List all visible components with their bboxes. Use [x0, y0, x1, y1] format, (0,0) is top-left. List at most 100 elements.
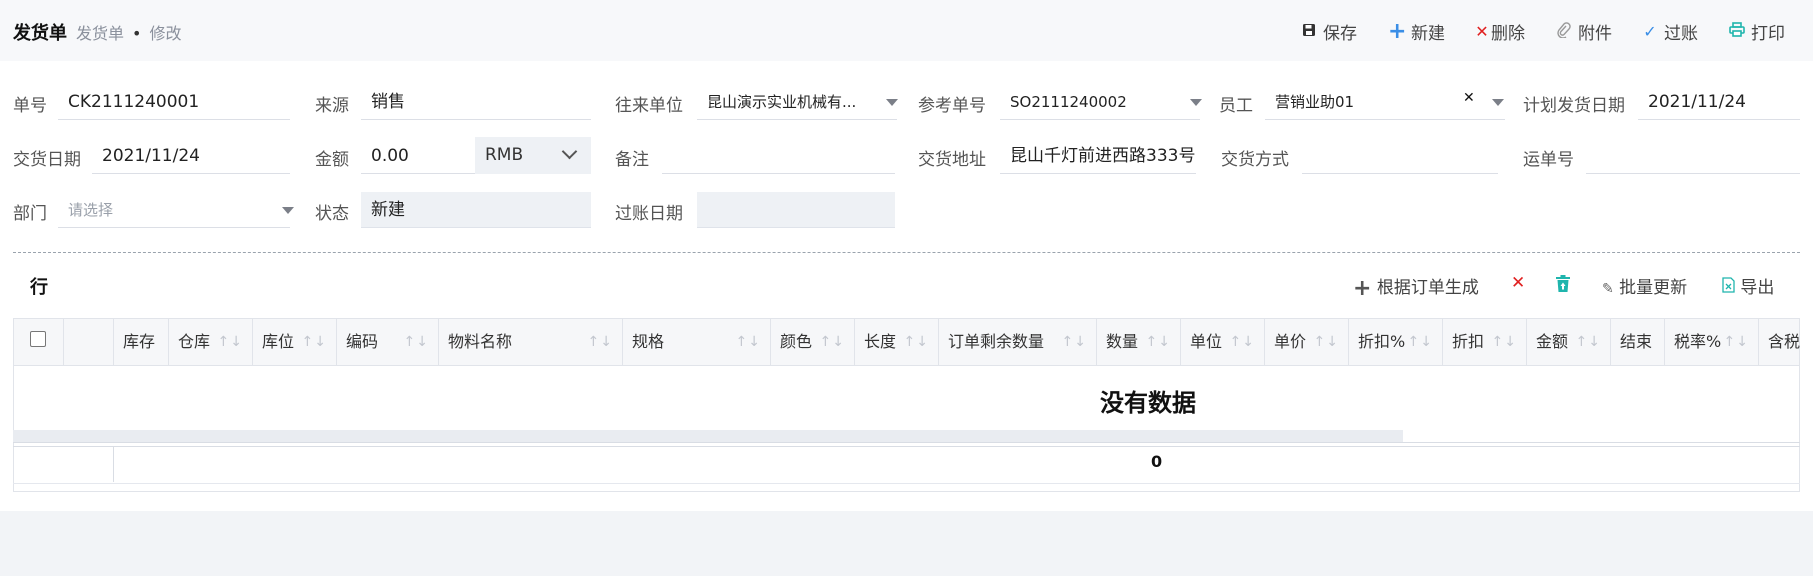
- new-button[interactable]: + 新建: [1388, 19, 1445, 44]
- department-select[interactable]: 请选择: [58, 192, 290, 228]
- breadcrumb: 发货单 • 修改: [76, 20, 181, 44]
- excel-icon: [1722, 277, 1740, 298]
- address-field[interactable]: 昆山千灯前进西路333号: [1000, 138, 1196, 174]
- top-bar: 发货单 发货单 • 修改 保存 + 新建 ✕ 删除 附件 ✓ 过账 打印: [0, 0, 1813, 61]
- column-header-location[interactable]: 库位 ↑↓: [253, 319, 337, 365]
- table-header: 库存 仓库 ↑↓ 库位 ↑↓ 编码 ↑↓ 物料名称 ↑↓ 规格 ↑↓ 颜色 ↑↓ 长度 ↑↓ …: [14, 319, 1800, 366]
- breadcrumb-current: 修改: [149, 24, 182, 43]
- employee-chevron-down-icon[interactable]: [1492, 99, 1504, 106]
- total-value: 0: [1151, 452, 1163, 471]
- printer-icon: [1728, 22, 1746, 41]
- column-header-discount-pct[interactable]: 折扣% ↑↓: [1349, 319, 1443, 365]
- address-label: 交货地址: [918, 150, 986, 170]
- partner-select[interactable]: 昆山演示实业机械有...: [697, 84, 897, 120]
- empty-table-message: 没有数据: [1100, 389, 1196, 417]
- footer-column-divider: [113, 446, 114, 482]
- employee-clear-icon[interactable]: ✕: [1463, 90, 1475, 106]
- post-label: 过账: [1664, 24, 1698, 44]
- page: 发货单 发货单 • 修改 保存 + 新建 ✕ 删除 附件 ✓ 过账 打印 单号 …: [0, 0, 1813, 511]
- sort-icon: ↑↓: [1313, 334, 1339, 350]
- close-icon: ✕: [1475, 22, 1489, 41]
- department-chevron-down-icon[interactable]: [282, 207, 294, 214]
- page-title: 发货单: [13, 23, 67, 44]
- status-field: 新建: [361, 192, 591, 228]
- delivery-date-field[interactable]: 2021/11/24: [92, 138, 290, 174]
- new-label: 新建: [1411, 24, 1445, 44]
- waybill-field[interactable]: [1586, 138, 1800, 174]
- trash-button[interactable]: [1555, 275, 1571, 298]
- source-label: 来源: [315, 96, 349, 116]
- lines-section-title: 行: [30, 277, 48, 298]
- sort-icon: ↑↓: [1061, 334, 1087, 350]
- column-header-discount[interactable]: 折扣 ↑↓: [1443, 319, 1527, 365]
- sort-icon: ↑↓: [301, 334, 327, 350]
- print-button[interactable]: 打印: [1728, 19, 1785, 44]
- paperclip-icon: [1555, 21, 1573, 42]
- column-header-length[interactable]: 长度 ↑↓: [855, 319, 939, 365]
- batch-update-label: 批量更新: [1619, 278, 1688, 298]
- column-header-material-name[interactable]: 物料名称 ↑↓: [439, 319, 623, 365]
- column-header-stock[interactable]: 库存: [114, 319, 169, 365]
- amount-field[interactable]: 0.00: [361, 138, 475, 174]
- department-label: 部门: [13, 204, 47, 224]
- delivery-date-label: 交货日期: [13, 150, 81, 170]
- column-header-color[interactable]: 颜色 ↑↓: [771, 319, 855, 365]
- ref-no-chevron-down-icon[interactable]: [1190, 99, 1202, 106]
- column-header-tax-included[interactable]: 含税: [1759, 319, 1800, 365]
- ref-no-label: 参考单号: [918, 96, 986, 116]
- check-icon: ✓: [1643, 22, 1657, 41]
- sort-icon: ↑↓: [217, 334, 243, 350]
- footer-divider: [13, 446, 1800, 447]
- sort-icon: ↑↓: [1407, 334, 1433, 350]
- post-button[interactable]: ✓ 过账: [1641, 19, 1698, 44]
- select-all-checkbox[interactable]: [30, 331, 46, 347]
- breadcrumb-parent[interactable]: 发货单: [76, 24, 124, 43]
- post-date-label: 过账日期: [615, 204, 683, 224]
- sort-icon: ↑↓: [587, 334, 613, 350]
- column-header-amount[interactable]: 金额 ↑↓: [1527, 319, 1611, 365]
- amount-label: 金额: [315, 150, 349, 170]
- save-label: 保存: [1323, 24, 1357, 44]
- attachment-button[interactable]: 附件: [1555, 19, 1612, 44]
- plan-date-field[interactable]: 2021/11/24: [1638, 84, 1800, 120]
- order-no-field[interactable]: CK2111240001: [58, 84, 290, 120]
- batch-update-button[interactable]: ✎ 批量更新: [1602, 273, 1687, 298]
- delete-label: 删除: [1491, 24, 1525, 44]
- remark-field[interactable]: [662, 138, 895, 174]
- delete-row-button[interactable]: ✕: [1511, 273, 1525, 293]
- order-no-label: 单号: [13, 96, 47, 116]
- column-header-warehouse[interactable]: 仓库 ↑↓: [169, 319, 253, 365]
- footer-bottom-border: [13, 483, 1800, 484]
- partner-label: 往来单位: [615, 96, 683, 116]
- attachment-label: 附件: [1578, 24, 1612, 44]
- lines-table: 库存 仓库 ↑↓ 库位 ↑↓ 编码 ↑↓ 物料名称 ↑↓ 规格 ↑↓ 颜色 ↑↓ 长度 ↑↓ …: [13, 318, 1800, 492]
- currency-chevron-down-icon: [561, 143, 578, 160]
- column-header-unit-price[interactable]: 单价 ↑↓: [1265, 319, 1349, 365]
- generate-from-order-button[interactable]: + 根据订单生成: [1353, 273, 1479, 301]
- column-header-quantity[interactable]: 数量 ↑↓: [1097, 319, 1181, 365]
- status-label: 状态: [315, 204, 349, 224]
- export-button[interactable]: 导出: [1722, 273, 1774, 298]
- footer-divider: [13, 442, 1800, 443]
- waybill-label: 运单号: [1523, 150, 1574, 170]
- breadcrumb-separator: •: [132, 24, 142, 43]
- save-button[interactable]: 保存: [1300, 19, 1357, 44]
- column-header-tax-rate[interactable]: 税率% ↑↓: [1665, 319, 1759, 365]
- select-all-cell: [14, 319, 64, 365]
- sort-icon: ↑↓: [1491, 334, 1517, 350]
- sort-icon: ↑↓: [1723, 334, 1749, 350]
- sort-icon: ↑↓: [819, 334, 845, 350]
- column-header-code[interactable]: 编码 ↑↓: [337, 319, 439, 365]
- ref-no-select[interactable]: SO2111240002: [1000, 84, 1200, 120]
- column-header-unit[interactable]: 单位 ↑↓: [1181, 319, 1265, 365]
- column-header-closed[interactable]: 结束: [1611, 319, 1665, 365]
- source-field[interactable]: 销售: [361, 84, 591, 120]
- column-header-remaining-qty[interactable]: 订单剩余数量 ↑↓: [939, 319, 1097, 365]
- delete-button[interactable]: ✕ 删除: [1475, 19, 1525, 44]
- currency-select[interactable]: RMB: [475, 137, 591, 174]
- horizontal-scrollbar[interactable]: [13, 430, 1403, 442]
- column-header-spec[interactable]: 规格 ↑↓: [623, 319, 771, 365]
- partner-chevron-down-icon[interactable]: [886, 99, 898, 106]
- sort-icon: ↑↓: [403, 334, 429, 350]
- delivery-method-field[interactable]: [1302, 138, 1498, 174]
